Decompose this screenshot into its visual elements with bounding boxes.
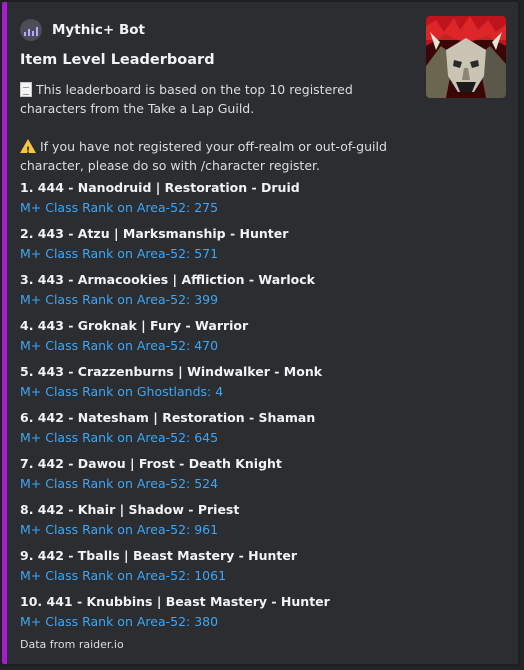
- entry-heading: 3. 443 - Armacookies | Affliction - Warl…: [20, 272, 315, 287]
- description-text: This leaderboard is based on the top 10 …: [20, 82, 353, 116]
- class-rank-link[interactable]: M+ Class Rank on Area-52: 961: [20, 520, 500, 540]
- class-rank-link[interactable]: M+ Class Rank on Area-52: 380: [20, 612, 500, 632]
- bar-chart-icon: [20, 19, 42, 41]
- list-item: 6. 442 - Natesham | Restoration - Shaman…: [20, 408, 500, 454]
- embed-footer: Data from raider.io: [20, 638, 124, 651]
- embed-accent-bar: [2, 2, 7, 664]
- embed-author: Mythic+ Bot: [20, 18, 145, 42]
- entry-heading: 4. 443 - Groknak | Fury - Warrior: [20, 318, 249, 333]
- leaderboard-embed: Mythic+ Bot Item Level Leaderboard This …: [0, 0, 520, 666]
- page-icon: [20, 82, 32, 97]
- class-rank-link[interactable]: M+ Class Rank on Area-52: 1061: [20, 566, 500, 586]
- entry-heading: 2. 443 - Atzu | Marksmanship - Hunter: [20, 226, 289, 241]
- class-rank-link[interactable]: M+ Class Rank on Area-52: 399: [20, 290, 500, 310]
- class-rank-link[interactable]: M+ Class Rank on Area-52: 470: [20, 336, 500, 356]
- embed-description: This leaderboard is based on the top 10 …: [20, 80, 415, 175]
- description-text: If you have not registered your off-real…: [20, 139, 387, 173]
- entry-heading: 5. 443 - Crazzenburns | Windwalker - Mon…: [20, 364, 323, 379]
- list-item: 2. 443 - Atzu | Marksmanship - Hunter M+…: [20, 224, 500, 270]
- class-rank-link[interactable]: M+ Class Rank on Area-52: 571: [20, 244, 500, 264]
- entry-heading: 6. 442 - Natesham | Restoration - Shaman: [20, 410, 316, 425]
- list-item: 7. 442 - Dawou | Frost - Death Knight M+…: [20, 454, 500, 500]
- list-item: 10. 441 - Knubbins | Beast Mastery - Hun…: [20, 592, 500, 638]
- list-item: 9. 442 - Tballs | Beast Mastery - Hunter…: [20, 546, 500, 592]
- class-rank-link[interactable]: M+ Class Rank on Area-52: 524: [20, 474, 500, 494]
- class-rank-link[interactable]: M+ Class Rank on Area-52: 645: [20, 428, 500, 448]
- list-item: 4. 443 - Groknak | Fury - Warrior M+ Cla…: [20, 316, 500, 362]
- author-name[interactable]: Mythic+ Bot: [52, 22, 145, 38]
- list-item: 3. 443 - Armacookies | Affliction - Warl…: [20, 270, 500, 316]
- embed-thumbnail[interactable]: [426, 16, 506, 98]
- list-item: 5. 443 - Crazzenburns | Windwalker - Mon…: [20, 362, 500, 408]
- class-rank-link[interactable]: M+ Class Rank on Area-52: 275: [20, 198, 500, 218]
- entry-heading: 10. 441 - Knubbins | Beast Mastery - Hun…: [20, 594, 330, 609]
- list-item: 8. 442 - Khair | Shadow - Priest M+ Clas…: [20, 500, 500, 546]
- class-rank-link[interactable]: M+ Class Rank on Ghostlands: 4: [20, 382, 500, 402]
- entry-heading: 8. 442 - Khair | Shadow - Priest: [20, 502, 240, 517]
- entry-heading: 1. 444 - Nanodruid | Restoration - Druid: [20, 180, 300, 195]
- embed-title: Item Level Leaderboard: [20, 52, 215, 68]
- entry-heading: 7. 442 - Dawou | Frost - Death Knight: [20, 456, 282, 471]
- warning-icon: [20, 139, 36, 161]
- list-item: 1. 444 - Nanodruid | Restoration - Druid…: [20, 178, 500, 224]
- entry-heading: 9. 442 - Tballs | Beast Mastery - Hunter: [20, 548, 298, 563]
- leaderboard-list: 1. 444 - Nanodruid | Restoration - Druid…: [20, 178, 500, 638]
